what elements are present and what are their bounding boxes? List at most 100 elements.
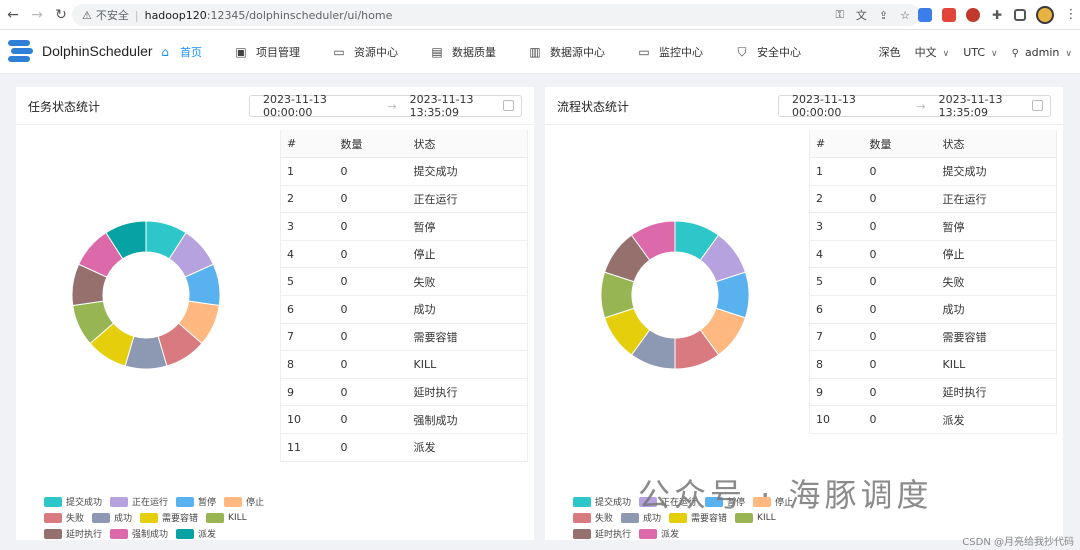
state-cell: 强制成功 (407, 405, 528, 435)
start-date[interactable]: 2023-11-13 00:00:00 (263, 93, 374, 119)
index-cell: 1 (280, 157, 335, 186)
column-header-state: 状态 (407, 130, 528, 159)
table-header-row: # 数量 状态 (280, 130, 528, 159)
state-cell: 停止 (407, 240, 528, 269)
datasource-icon: ▥ (529, 45, 541, 59)
forward-icon[interactable]: → (26, 4, 48, 26)
header-right-menu: 深色 中文 ∨ UTC ∨ ⚲ admin ∨ (879, 30, 1072, 74)
index-cell: 8 (809, 350, 864, 379)
home-icon: ⌂ (161, 45, 169, 59)
profile-avatar[interactable] (1036, 6, 1054, 24)
sidepanel-icon[interactable] (1014, 9, 1026, 21)
user-menu[interactable]: ⚲ admin ∨ (1012, 46, 1072, 59)
translate-extension-icon[interactable] (918, 8, 932, 22)
legend-item[interactable]: 需要容错 (140, 512, 198, 524)
state-cell: 派发 (407, 433, 528, 462)
count-cell: 0 (334, 185, 408, 214)
legend-item[interactable]: 延时执行 (44, 528, 103, 540)
task-chart-legend: 提交成功 正在运行 暂停 停止失败 成功 需要容错 KILL 延时执行 强制成功 派发 (44, 496, 284, 540)
count-cell: 0 (334, 350, 408, 379)
index-cell: 2 (280, 185, 335, 214)
column-header-count: 数量 (863, 130, 937, 159)
count-cell: 0 (863, 378, 937, 407)
shield-icon: ⛉ (737, 44, 747, 59)
legend-item[interactable]: 成功 (92, 512, 132, 524)
theme-toggle[interactable]: 深色 (879, 44, 901, 60)
table-row: 1 0 提交成功 (280, 157, 528, 186)
menu-item-home[interactable]: ⌂ 首页 (158, 30, 202, 74)
state-cell: 成功 (407, 295, 528, 324)
column-header-index: # (809, 130, 864, 159)
ublock-extension-icon[interactable] (966, 8, 980, 22)
column-header-index: # (280, 130, 335, 159)
language-select[interactable]: 中文 ∨ (915, 44, 950, 60)
back-icon[interactable]: ← (2, 4, 24, 26)
menu-item-label: 项目管理 (256, 46, 300, 59)
start-date[interactable]: 2023-11-13 00:00:00 (792, 93, 903, 119)
index-cell: 10 (280, 405, 335, 435)
share-icon[interactable]: ⇪ (879, 9, 888, 22)
table-row: 6 0 成功 (280, 295, 528, 324)
state-cell: KILL (407, 350, 528, 379)
legend-swatch (206, 512, 225, 523)
reload-icon[interactable]: ↻ (50, 4, 72, 26)
state-cell: 需要容错 (407, 323, 528, 352)
legend-item[interactable]: 正在运行 (110, 496, 168, 508)
legend-item[interactable]: 失败 (44, 512, 84, 524)
menu-item-label: 安全中心 (757, 46, 801, 59)
state-cell: 延时执行 (407, 378, 528, 407)
menu-item-resources[interactable]: ▭ 资源中心 (332, 30, 398, 74)
menu-item-monitor[interactable]: ▭ 监控中心 (637, 30, 703, 74)
table-row: 5 0 失败 (809, 267, 1057, 297)
main-menu: ⌂ 首页 ▣ 项目管理 ▭ 资源中心 ▤ 数据质量 ▥ 数据源中心 ▭ 监控中心… (158, 30, 833, 74)
puzzle-extensions-icon[interactable]: ✚ (990, 8, 1004, 22)
legend-swatch (92, 512, 111, 523)
index-cell: 9 (280, 378, 335, 407)
menu-item-datasource[interactable]: ▥ 数据源中心 (528, 30, 605, 74)
bookmark-star-icon[interactable]: ☆ (900, 9, 910, 22)
translate-icon[interactable]: 文 (856, 7, 867, 23)
date-range-picker[interactable]: 2023-11-13 00:00:00 → 2023-11-13 13:35:0… (249, 93, 522, 119)
app-logo[interactable]: DolphinScheduler (8, 38, 153, 64)
legend-item[interactable]: 失败 (573, 512, 614, 524)
timezone-select[interactable]: UTC ∨ (963, 46, 997, 59)
legend-swatch (639, 528, 658, 539)
index-cell: 7 (280, 323, 335, 352)
table-row: 2 0 正在运行 (809, 185, 1057, 214)
state-cell: 成功 (936, 295, 1057, 324)
address-bar[interactable]: ⚠ 不安全 | hadoop120:12345/dolphinscheduler… (72, 4, 920, 26)
legend-item[interactable]: 提交成功 (44, 496, 102, 508)
menu-item-projects[interactable]: ▣ 项目管理 (234, 30, 300, 74)
state-cell: 失败 (936, 267, 1057, 297)
legend-item[interactable]: 提交成功 (573, 496, 631, 508)
index-cell: 4 (809, 240, 864, 269)
menu-item-data-quality[interactable]: ▤ 数据质量 (430, 30, 496, 74)
menu-item-label: 数据质量 (452, 46, 496, 59)
url-separator: | (134, 8, 139, 22)
count-cell: 0 (863, 323, 937, 352)
legend-swatch (573, 528, 591, 539)
key-icon[interactable]: ⚿ (836, 8, 844, 22)
calendar-icon[interactable] (1032, 100, 1043, 111)
legend-label: 失败 (595, 514, 614, 524)
clipper-extension-icon[interactable] (942, 8, 956, 22)
count-cell: 0 (863, 350, 937, 379)
calendar-icon[interactable] (503, 100, 514, 111)
chevron-down-icon: ∨ (1065, 48, 1072, 59)
legend-item[interactable]: KILL (206, 512, 247, 523)
legend-item[interactable]: 停止 (224, 496, 265, 508)
count-cell: 0 (334, 212, 408, 241)
kebab-menu-icon[interactable]: ⋮ (1064, 8, 1078, 22)
legend-item[interactable]: 延时执行 (573, 528, 631, 540)
legend-item[interactable]: 强制成功 (110, 528, 168, 540)
legend-label: 延时执行 (66, 530, 103, 540)
legend-item[interactable]: 派发 (639, 528, 679, 540)
legend-label: 停止 (246, 498, 265, 508)
warning-icon[interactable]: ⚠ (82, 9, 92, 22)
user-icon: ⚲ (1011, 47, 1019, 59)
menu-item-security[interactable]: ⛉ 安全中心 (735, 30, 801, 74)
legend-item[interactable]: 暂停 (176, 496, 216, 508)
legend-item[interactable]: 派发 (176, 528, 216, 540)
index-cell: 3 (809, 212, 864, 241)
date-range-picker[interactable]: 2023-11-13 00:00:00 → 2023-11-13 13:35:0… (778, 93, 1051, 119)
